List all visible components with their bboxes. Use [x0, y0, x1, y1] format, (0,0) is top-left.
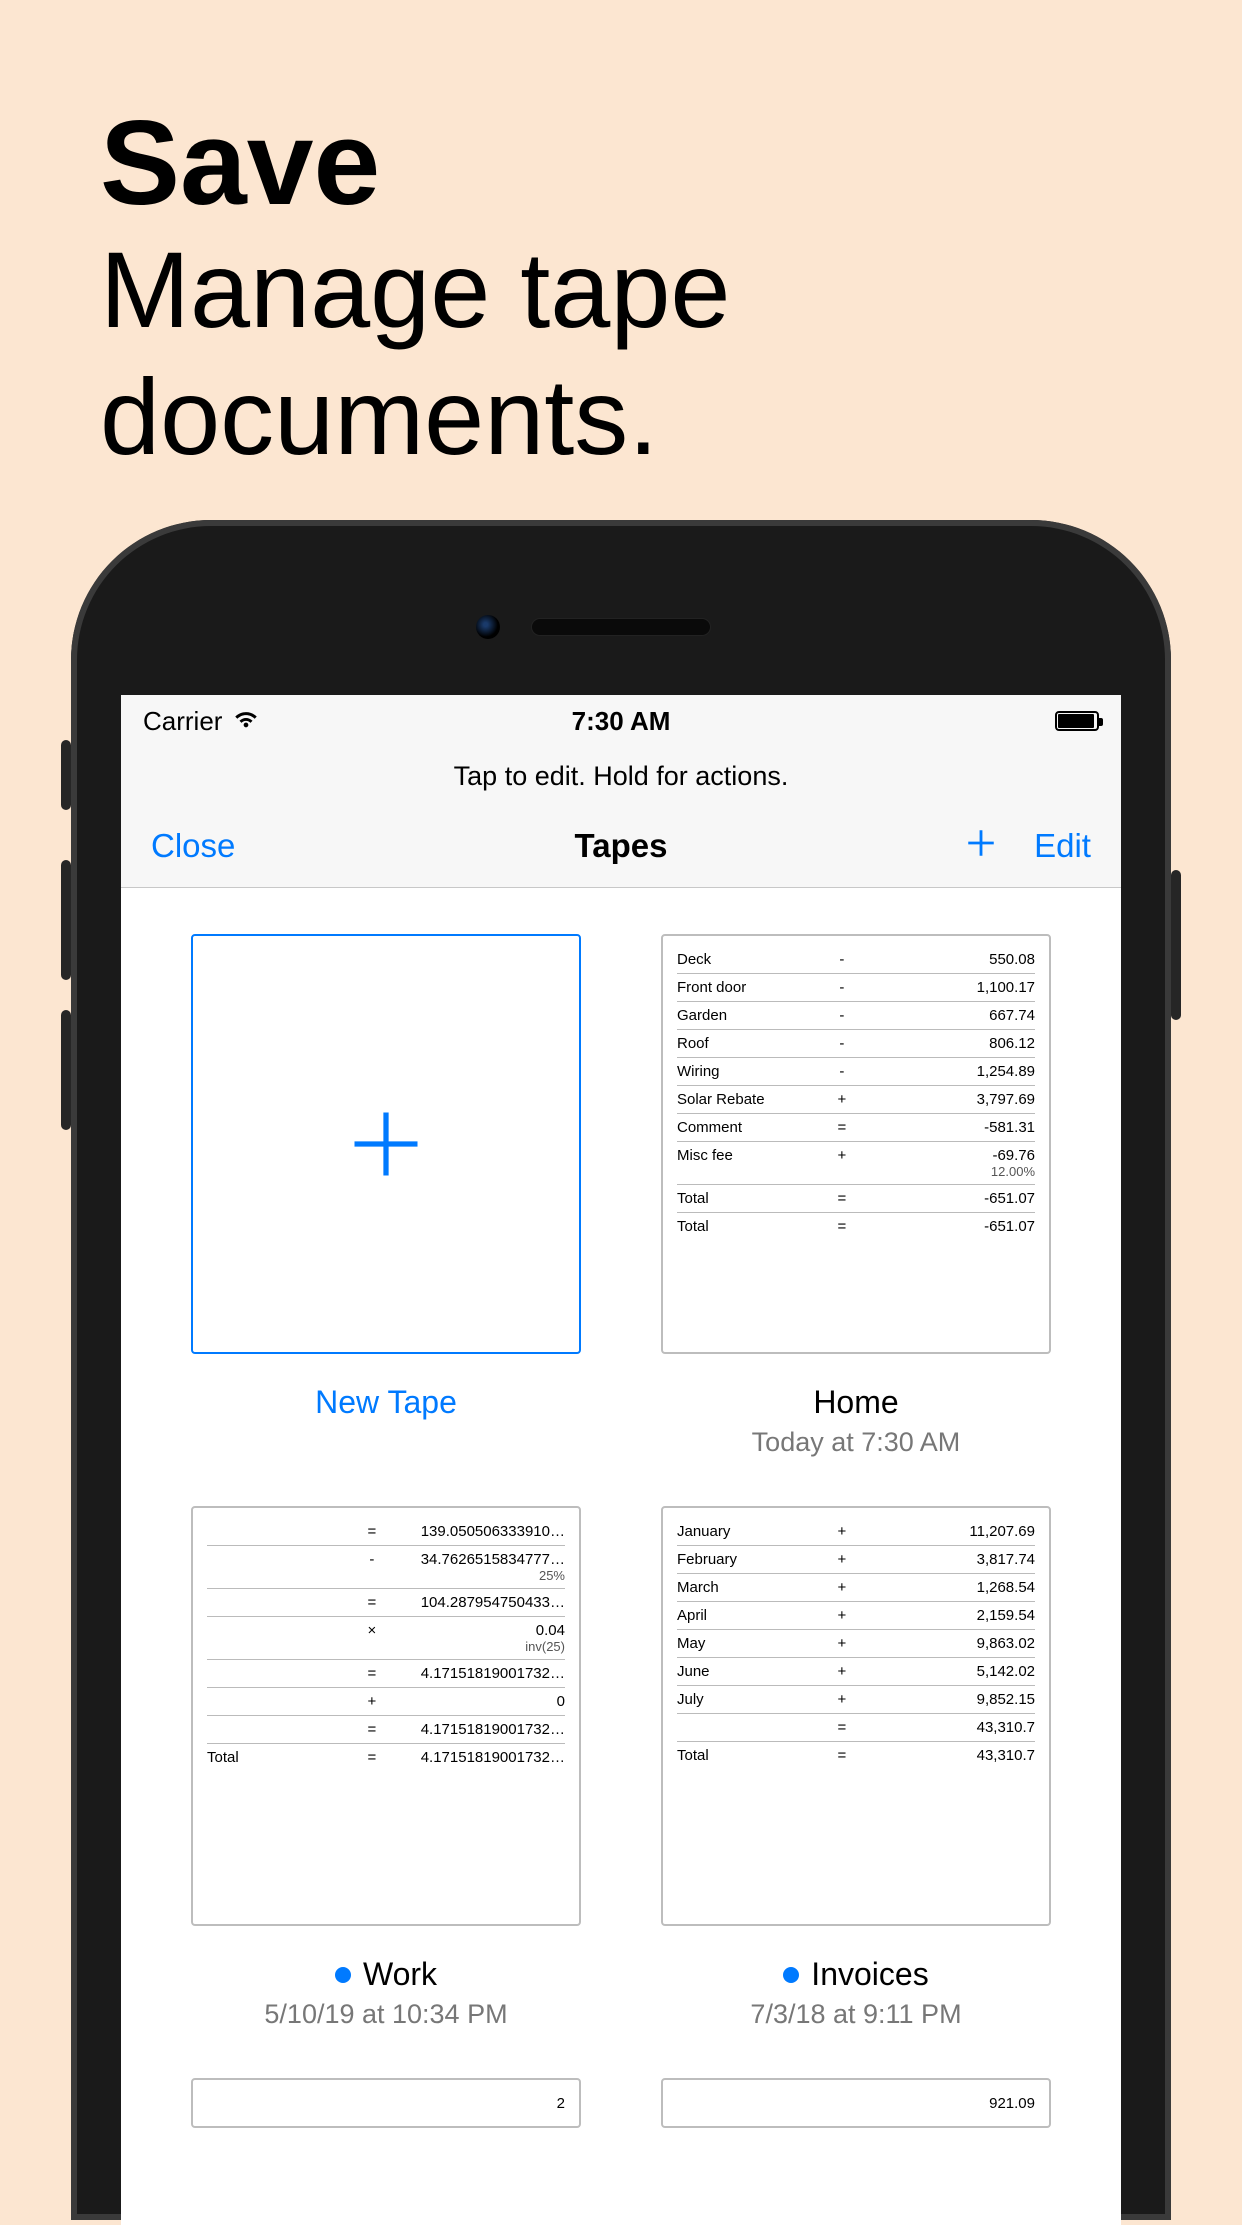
hint-text: Tap to edit. Hold for actions.	[121, 747, 1121, 810]
promo-line-1: Manage tape	[100, 226, 731, 353]
add-button[interactable]	[964, 826, 998, 865]
nav-title: Tapes	[575, 827, 668, 864]
tape-row: April+2,159.54	[677, 1602, 1035, 1630]
tape-card-home[interactable]: Deck-550.08Front door-1,100.17Garden-667…	[661, 934, 1051, 1354]
tape-row: Solar Rebate+3,797.69	[677, 1086, 1035, 1114]
status-bar: Carrier 7:30 AM	[121, 695, 1121, 747]
close-button[interactable]: Close	[151, 827, 235, 864]
tape-subtitle-work: 5/10/19 at 10:34 PM	[264, 1999, 507, 2030]
edit-button[interactable]: Edit	[1034, 827, 1091, 865]
phone-screen: Carrier 7:30 AM Tap to edit. Hold for ac…	[121, 695, 1121, 2225]
tape-card-work[interactable]: =139.050506333910…-34.7626515834777…25%=…	[191, 1506, 581, 1926]
tape-subtitle-invoices: 7/3/18 at 9:11 PM	[750, 1999, 961, 2030]
tape-row: Total=-651.07	[677, 1185, 1035, 1213]
phone-mute-switch	[61, 740, 71, 810]
carrier-label: Carrier	[143, 706, 222, 737]
tape-row: +0	[207, 1688, 565, 1716]
tape-title-home[interactable]: Home	[813, 1384, 898, 1421]
tape-subtitle-home: Today at 7:30 AM	[752, 1427, 961, 1458]
tape-card-invoices[interactable]: January+11,207.69February+3,817.74March+…	[661, 1506, 1051, 1926]
tape-row: February+3,817.74	[677, 1546, 1035, 1574]
phone-vol-up	[61, 860, 71, 980]
tape-row: Roof-806.12	[677, 1030, 1035, 1058]
tape-card-extra-2[interactable]: 921.09	[661, 2078, 1051, 2128]
tape-row: Garden-667.74	[677, 1002, 1035, 1030]
tape-row: Misc fee+-69.7612.00%	[677, 1142, 1035, 1185]
tape-row: =43,310.7	[677, 1714, 1035, 1742]
promo-line-2: documents.	[100, 353, 731, 480]
tape-row: ×0.04inv(25)	[207, 1617, 565, 1660]
phone-speaker	[531, 618, 711, 636]
phone-vol-down	[61, 1010, 71, 1130]
tape-row: Comment=-581.31	[677, 1114, 1035, 1142]
tape-row: May+9,863.02	[677, 1630, 1035, 1658]
tape-row: =4.17151819001732…	[207, 1716, 565, 1744]
wifi-icon	[232, 704, 260, 739]
battery-icon	[1055, 711, 1099, 731]
tape-row: Deck-550.08	[677, 946, 1035, 974]
plus-icon	[344, 1102, 428, 1186]
tape-row: Front door-1,100.17	[677, 974, 1035, 1002]
promo-headline: Save Manage tape documents.	[100, 100, 731, 481]
tape-row: =139.050506333910…	[207, 1518, 565, 1546]
tape-row: Wiring-1,254.89	[677, 1058, 1035, 1086]
tape-title-invoices[interactable]: Invoices	[783, 1956, 928, 1993]
tape-card-extra-1[interactable]: 2	[191, 2078, 581, 2128]
tape-row: Total=4.17151819001732…	[207, 1744, 565, 1771]
phone-frame: Carrier 7:30 AM Tap to edit. Hold for ac…	[71, 520, 1171, 2220]
tape-row: Total=43,310.7	[677, 1742, 1035, 1769]
tape-row: June+5,142.02	[677, 1658, 1035, 1686]
phone-power-button	[1171, 870, 1181, 1020]
phone-camera	[476, 615, 500, 639]
tape-row: Total=-651.07	[677, 1213, 1035, 1240]
tape-row: March+1,268.54	[677, 1574, 1035, 1602]
tape-grid: New Tape Deck-550.08Front door-1,100.17G…	[121, 888, 1121, 2128]
unsynced-dot-icon	[335, 1967, 351, 1983]
tape-row: July+9,852.15	[677, 1686, 1035, 1714]
tape-row: January+11,207.69	[677, 1518, 1035, 1546]
new-tape-label[interactable]: New Tape	[315, 1384, 457, 1421]
new-tape-card[interactable]	[191, 934, 581, 1354]
tape-row: =4.17151819001732…	[207, 1660, 565, 1688]
tape-title-work[interactable]: Work	[335, 1956, 437, 1993]
nav-bar: Close Tapes Edit	[121, 810, 1121, 888]
unsynced-dot-icon	[783, 1967, 799, 1983]
tape-row: =104.287954750433…	[207, 1589, 565, 1617]
status-time: 7:30 AM	[462, 706, 781, 737]
tape-row: -34.7626515834777…25%	[207, 1546, 565, 1589]
promo-bold: Save	[100, 100, 731, 226]
